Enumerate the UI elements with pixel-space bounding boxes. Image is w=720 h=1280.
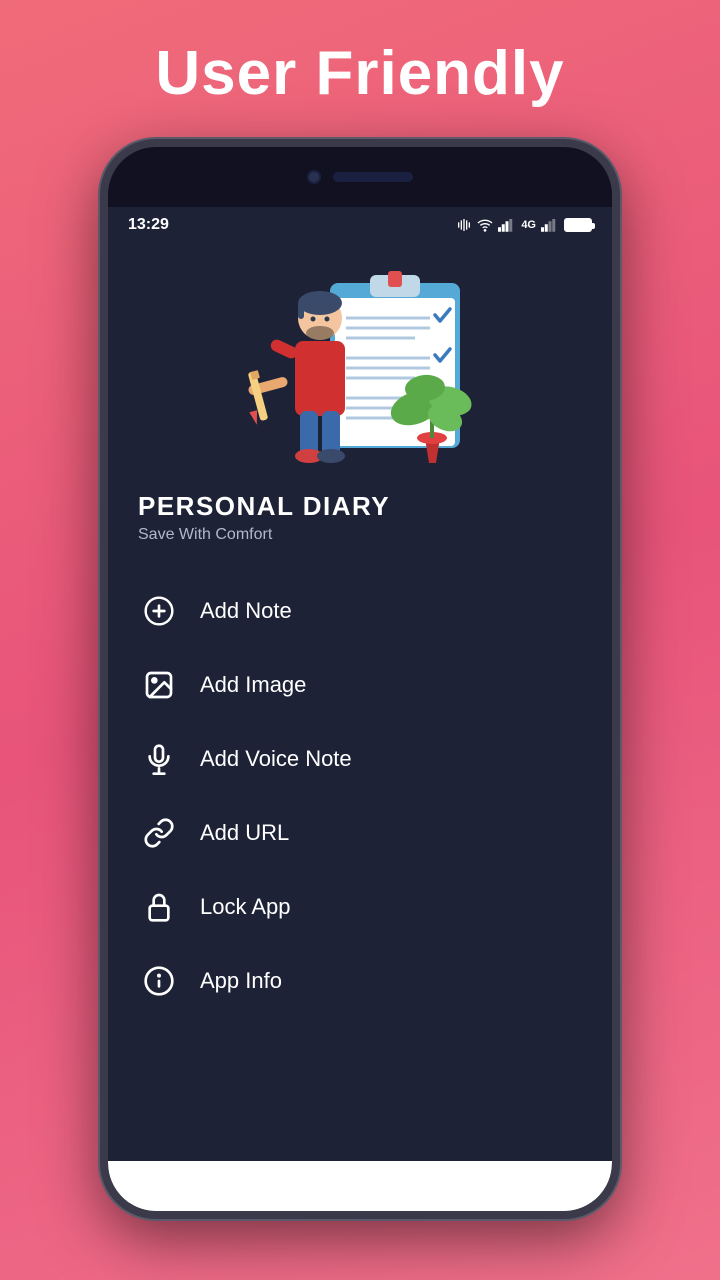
page-headline: User Friendly bbox=[155, 38, 564, 109]
battery-icon bbox=[564, 218, 592, 232]
vibrate-icon bbox=[456, 217, 472, 233]
signal-icon bbox=[498, 218, 516, 232]
add-url-label: Add URL bbox=[200, 820, 289, 846]
add-note-icon bbox=[140, 592, 178, 630]
menu-item-add-image[interactable]: Add Image bbox=[128, 648, 592, 722]
front-camera bbox=[307, 170, 321, 184]
menu-item-add-url[interactable]: Add URL bbox=[128, 796, 592, 870]
volume-up-button bbox=[100, 357, 106, 417]
diary-illustration bbox=[240, 263, 480, 463]
app-info-label: App Info bbox=[200, 968, 282, 994]
menu-item-app-info[interactable]: App Info bbox=[128, 944, 592, 1018]
add-note-label: Add Note bbox=[200, 598, 292, 624]
lock-icon bbox=[140, 888, 178, 926]
volume-down-button bbox=[100, 432, 106, 492]
wifi-icon bbox=[477, 217, 493, 233]
info-icon bbox=[140, 962, 178, 1000]
app-header: PERSONAL DIARY Save With Comfort bbox=[108, 473, 612, 554]
illustration-area bbox=[108, 243, 612, 473]
phone-frame: 13:29 4G bbox=[100, 139, 620, 1219]
bottom-bar bbox=[108, 1161, 612, 1211]
signal2-icon bbox=[541, 218, 559, 232]
app-name: PERSONAL DIARY bbox=[138, 491, 582, 522]
status-icons: 4G bbox=[456, 217, 592, 233]
menu-item-lock-app[interactable]: Lock App bbox=[128, 870, 592, 944]
microphone-icon bbox=[140, 740, 178, 778]
status-bar: 13:29 4G bbox=[108, 207, 612, 243]
menu-list: Add Note Add Image bbox=[108, 574, 612, 1018]
app-screen: PERSONAL DIARY Save With Comfort Add Not… bbox=[108, 243, 612, 1211]
power-button bbox=[614, 347, 620, 397]
add-voice-note-label: Add Voice Note bbox=[200, 746, 352, 772]
earpiece-speaker bbox=[333, 172, 413, 182]
add-image-icon bbox=[140, 666, 178, 704]
network-type: 4G bbox=[521, 219, 536, 231]
link-icon bbox=[140, 814, 178, 852]
mute-button bbox=[100, 307, 106, 342]
menu-item-add-voice-note[interactable]: Add Voice Note bbox=[128, 722, 592, 796]
menu-item-add-note[interactable]: Add Note bbox=[128, 574, 592, 648]
app-subtitle: Save With Comfort bbox=[138, 526, 582, 544]
add-image-label: Add Image bbox=[200, 672, 306, 698]
lock-app-label: Lock App bbox=[200, 894, 291, 920]
status-time: 13:29 bbox=[128, 216, 169, 234]
phone-top-bezel bbox=[108, 147, 612, 207]
